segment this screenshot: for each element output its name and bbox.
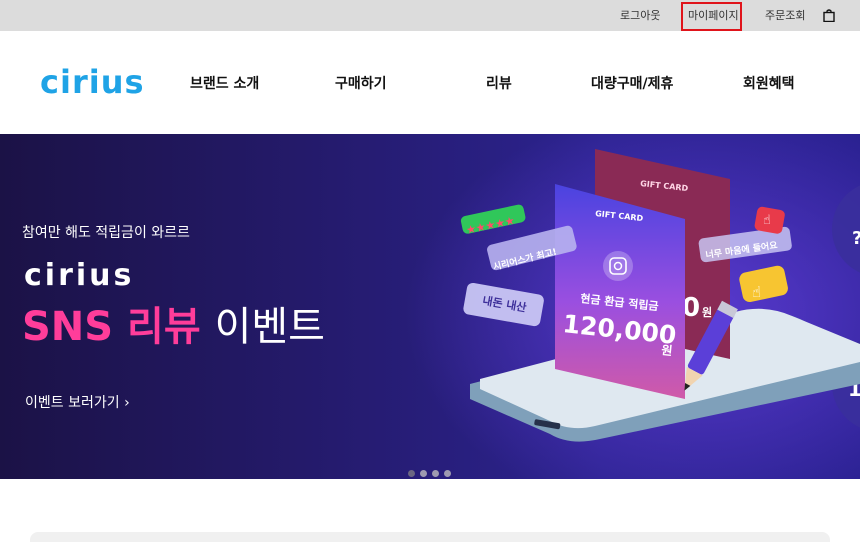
hero-banner[interactable]: 참여만 해도 적립금이 와르르 cirius SNS 리뷰 이벤트 이벤트 보러… [0,134,860,479]
gift-card-phone-illustration: ? 12 GIFT CARD 0 원 GIFT CARD [460,149,860,442]
thumbs-up-yellow-icon: ☝ [739,265,788,303]
svg-text:?: ? [852,228,860,249]
svg-text:☝: ☝ [752,283,761,301]
cirius-logo[interactable]: cirius [40,63,145,101]
rating-bubble: ★★★★★ [460,204,526,237]
review-bubble-2: 내돈 내산 [463,282,544,327]
slider-dot-2[interactable] [420,470,427,477]
slider-dot-4[interactable] [444,470,451,477]
nav-purchase[interactable]: 구매하기 [335,73,387,93]
thumbs-up-red-icon: ☝ [754,206,785,234]
site-header: cirius 브랜드 소개 구매하기 리뷰 대량구매/제휴 회원혜택 [0,31,860,134]
svg-text:☝: ☝ [763,213,771,228]
back-card-unit: 원 [702,305,712,319]
logout-link[interactable]: 로그아웃 [620,0,660,31]
hero-brand-logo: cirius [24,258,135,293]
headline-white-text: 이벤트 [214,304,325,350]
chevron-right-icon: › [124,395,130,411]
next-section-edge [30,532,830,542]
hero-cta-link[interactable]: 이벤트 보러가기 › [25,392,130,412]
slider-dot-3[interactable] [432,470,439,477]
nav-member-benefits[interactable]: 회원혜택 [743,73,795,93]
nav-brand-intro[interactable]: 브랜드 소개 [190,73,259,93]
gift-card-front: GIFT CARD 현금 환급 적립금 120,000 원 [555,184,685,399]
hero-subtitle: 참여만 해도 적립금이 와르르 [22,225,190,241]
shopping-bag-icon[interactable] [823,9,835,22]
hero-headline: SNS 리뷰 이벤트 [22,302,325,352]
cashback-unit: 원 [661,343,673,358]
headline-pink-text: SNS 리뷰 [22,304,201,350]
nav-bulk-partnership[interactable]: 대량구매/제휴 [591,73,673,93]
top-utility-bar: 로그아웃 마이페이지 주문조회 [0,0,860,31]
slider-dot-1[interactable] [408,470,415,477]
nav-review[interactable]: 리뷰 [486,73,512,93]
slider-pagination [408,462,456,479]
mypage-link[interactable]: 마이페이지 [688,0,739,31]
hero-cta-label: 이벤트 보러가기 [25,395,120,411]
order-lookup-link[interactable]: 주문조회 [765,0,805,31]
